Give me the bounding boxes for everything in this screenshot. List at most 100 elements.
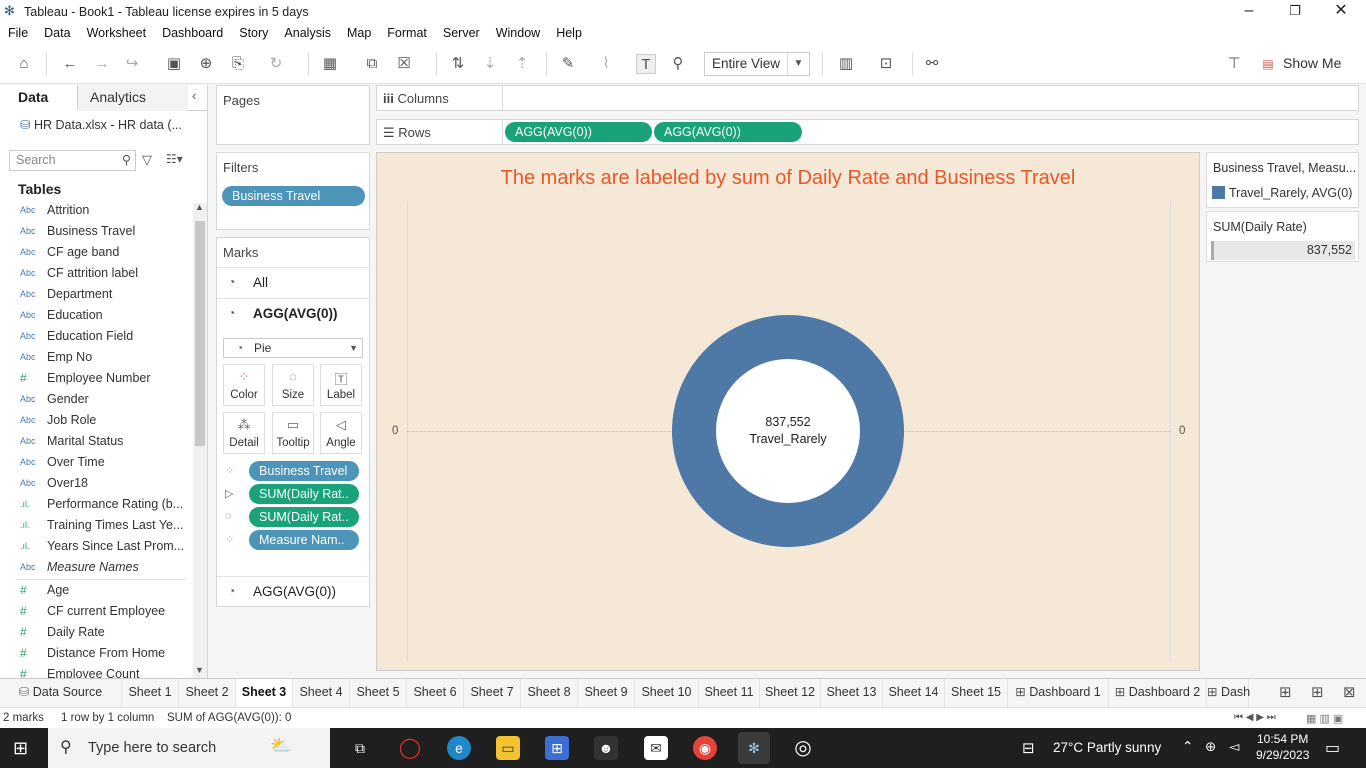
menu-item-window[interactable]: Window <box>488 24 548 40</box>
redo-icon[interactable]: → <box>92 54 112 74</box>
new-data-source-icon[interactable]: ⊕ <box>196 54 216 74</box>
fix-axes-icon[interactable]: ⚲ <box>668 54 688 74</box>
sheet-tab[interactable]: Sheet 6 <box>407 679 464 707</box>
filter-pill-business-travel[interactable]: Business Travel <box>222 186 365 206</box>
filter-icon[interactable]: ▽ <box>142 152 152 168</box>
sheet-tab[interactable]: Sheet 7 <box>464 679 521 707</box>
color-legend-item[interactable]: Travel_Rarely, AVG(0) <box>1229 186 1352 200</box>
scroll-thumb[interactable] <box>195 221 205 446</box>
tab-data[interactable]: Data <box>0 85 78 111</box>
marks-all[interactable]: ◔ All <box>217 267 369 297</box>
menu-item-worksheet[interactable]: Worksheet <box>79 24 155 40</box>
marks-pill-business-travel[interactable]: Business Travel <box>249 461 359 481</box>
new-story-icon[interactable]: ⊠ <box>1343 683 1356 701</box>
sheet-tab[interactable]: Sheet 12 <box>760 679 821 707</box>
swap-rows-columns-icon[interactable]: ⇅ <box>448 54 468 74</box>
detail-button[interactable]: ⁂ Detail <box>223 412 265 454</box>
field-item[interactable]: .ıl. Years Since Last Prom... <box>0 537 192 558</box>
menu-item-analysis[interactable]: Analysis <box>276 24 339 40</box>
field-item[interactable]: # Distance From Home <box>0 644 192 665</box>
refresh-icon[interactable]: ↻ <box>266 54 286 74</box>
size-legend[interactable]: SUM(Daily Rate) 837,552 <box>1206 211 1359 262</box>
menu-item-help[interactable]: Help <box>548 24 590 40</box>
field-item[interactable]: .ıl. Training Times Last Ye... <box>0 516 192 537</box>
tray-chevron-icon[interactable]: ⌃ <box>1182 739 1193 755</box>
format-painter-icon[interactable]: ⊤ <box>1224 54 1244 74</box>
opera-icon[interactable]: ◯ <box>398 736 422 760</box>
weather-text[interactable]: 27°C Partly sunny <box>1053 740 1161 755</box>
save-icon[interactable]: ▣ <box>164 54 184 74</box>
field-item[interactable]: Abc Education Field <box>0 327 192 348</box>
scroll-down-icon[interactable]: ▼ <box>195 665 204 675</box>
group-members-icon[interactable]: ⌇ <box>596 54 616 74</box>
replay-icon[interactable]: ↪ <box>122 54 142 74</box>
field-item[interactable]: Abc CF age band <box>0 243 192 264</box>
file-explorer-icon[interactable]: ▭ <box>496 736 520 760</box>
linux-tux-icon[interactable]: ☻ <box>594 736 618 760</box>
highlight-icon[interactable]: ✎ <box>558 54 578 74</box>
rows-pill-1[interactable]: AGG(AVG(0)) <box>505 122 652 142</box>
marks-pill-daily-rate-angle[interactable]: SUM(Daily Rat.. <box>249 484 359 504</box>
tab-data-source[interactable]: ⛁ Data Source <box>0 679 122 707</box>
clock[interactable]: 10:54 PM 9/29/2023 <box>1256 732 1309 762</box>
sheet-tab[interactable]: Sheet 10 <box>635 679 699 707</box>
field-item[interactable]: Abc Job Role <box>0 411 192 432</box>
pages-card[interactable]: Pages <box>216 85 370 145</box>
pie-chart[interactable] <box>377 153 1201 672</box>
chrome-icon[interactable]: ◉ <box>693 736 717 760</box>
marks-layer-2[interactable]: ◔ AGG(AVG(0)) <box>217 576 369 606</box>
home-icon[interactable]: ⌂ <box>14 54 34 74</box>
field-item[interactable]: Abc Gender <box>0 390 192 411</box>
menu-item-data[interactable]: Data <box>36 24 78 40</box>
field-list-scrollbar[interactable]: ▲ ▼ <box>193 202 207 678</box>
undo-icon[interactable]: ← <box>60 54 80 74</box>
show-cards-icon[interactable]: ▥ <box>836 54 856 74</box>
color-legend[interactable]: Business Travel, Measu... Travel_Rarely,… <box>1206 152 1359 208</box>
rows-shelf[interactable]: ☰ Rows AGG(AVG(0)) AGG(AVG(0)) <box>376 119 1359 145</box>
new-dashboard-icon[interactable]: ⊞ <box>1311 683 1324 701</box>
sort-descending-icon[interactable]: ⇡ <box>512 54 532 74</box>
sheet-tab[interactable]: Sheet 14 <box>883 679 945 707</box>
menu-item-story[interactable]: Story <box>231 24 276 40</box>
tableau-taskbar-icon[interactable]: ✻ <box>738 732 770 764</box>
volume-icon[interactable]: ◅ <box>1229 739 1239 755</box>
sheet-tab[interactable]: Sheet 4 <box>293 679 350 707</box>
sheet-tab[interactable]: Sheet 9 <box>578 679 635 707</box>
duplicate-sheet-icon[interactable]: ⧉ <box>362 54 382 74</box>
sheet-tab[interactable]: Sheet 2 <box>179 679 236 707</box>
close-button[interactable]: ✕ <box>1318 0 1364 24</box>
field-item[interactable]: Abc Over18 <box>0 474 192 495</box>
mail-icon[interactable]: ✉ <box>644 736 668 760</box>
field-item[interactable]: Abc Department <box>0 285 192 306</box>
field-item[interactable]: # Age <box>0 581 192 602</box>
data-source-name[interactable]: ⛁ HR Data.xlsx - HR data (... <box>20 117 182 132</box>
weather-widget-icon[interactable]: ⛅ <box>270 736 291 756</box>
sheet-tab[interactable]: Sheet 8 <box>521 679 578 707</box>
collapse-pane-icon[interactable]: ‹ <box>192 88 196 103</box>
sheet-tab[interactable]: Sheet 13 <box>821 679 883 707</box>
field-search-input[interactable]: Search ⚲ <box>9 150 136 171</box>
viz-canvas[interactable]: The marks are labeled by sum of Daily Ra… <box>376 152 1200 671</box>
columns-shelf[interactable]: iii Columns <box>376 85 1359 111</box>
menu-item-format[interactable]: Format <box>379 24 435 40</box>
menu-item-server[interactable]: Server <box>435 24 488 40</box>
view-size-select[interactable]: Entire View ▼ <box>704 52 810 76</box>
tab-analytics[interactable]: Analytics <box>78 85 188 111</box>
field-item[interactable]: Abc Marital Status <box>0 432 192 453</box>
marks-pill-measure-names[interactable]: Measure Nam.. <box>249 530 359 550</box>
field-item[interactable]: .ıl. Performance Rating (b... <box>0 495 192 516</box>
field-item[interactable]: Abc Education <box>0 306 192 327</box>
tooltip-button[interactable]: ▭ Tooltip <box>272 412 314 454</box>
sheet-tab[interactable]: Sheet 5 <box>350 679 407 707</box>
field-item[interactable]: Abc Measure Names <box>0 558 192 579</box>
task-view-icon[interactable]: ⧉ <box>348 736 372 760</box>
filters-card[interactable]: Filters Business Travel <box>216 152 370 230</box>
windows-start-icon[interactable]: ⊞ <box>13 738 28 759</box>
field-item[interactable]: Abc Attrition <box>0 201 192 222</box>
clear-sheet-icon[interactable]: ☒ <box>394 54 414 74</box>
menu-item-file[interactable]: File <box>0 24 36 40</box>
notifications-icon[interactable]: ▭ <box>1325 738 1340 758</box>
rows-pill-2[interactable]: AGG(AVG(0)) <box>654 122 802 142</box>
size-button[interactable]: ◌ Size <box>272 364 314 406</box>
edge-icon[interactable]: e <box>447 736 471 760</box>
